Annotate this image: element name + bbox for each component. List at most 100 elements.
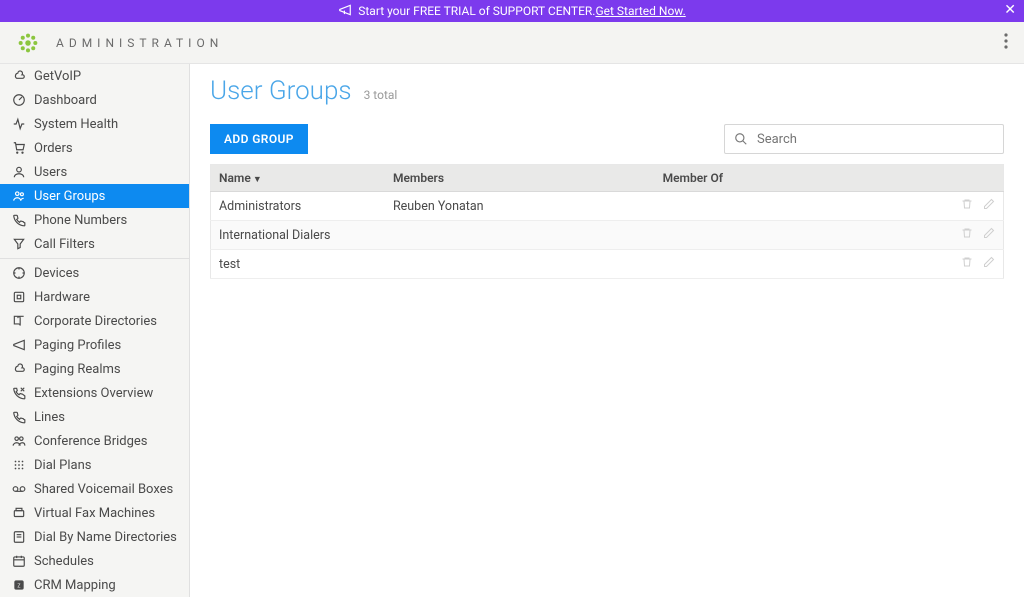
cell-members bbox=[385, 250, 655, 279]
voicemail-icon bbox=[10, 482, 28, 496]
sidebar-nav[interactable]: GetVoIP Dashboard System Health Orders Users… bbox=[0, 64, 190, 597]
cell-name: test bbox=[211, 250, 385, 279]
crm-icon: Z bbox=[10, 578, 28, 592]
fax-icon bbox=[10, 506, 28, 520]
sidebar-item-label: Users bbox=[34, 165, 67, 180]
filter-icon bbox=[10, 237, 28, 251]
sidebar-item-user-groups[interactable]: User Groups bbox=[0, 184, 189, 208]
main-content: User Groups 3 total ADD GROUP Name▼ Memb… bbox=[190, 64, 1024, 597]
app-header: ADMINISTRATION bbox=[0, 22, 1024, 64]
sidebar-item-label: System Health bbox=[34, 117, 118, 132]
sidebar-item-label: Conference Bridges bbox=[34, 434, 148, 449]
sidebar-item-system-health[interactable]: System Health bbox=[0, 112, 189, 136]
table-row[interactable]: test bbox=[211, 250, 1004, 279]
banner-link[interactable]: Get Started Now. bbox=[595, 4, 685, 18]
edit-icon[interactable] bbox=[983, 199, 995, 214]
delete-icon[interactable] bbox=[961, 228, 973, 243]
sidebar-item-label: Dial By Name Directories bbox=[34, 530, 177, 545]
hardware-icon bbox=[10, 290, 28, 304]
directory-icon bbox=[10, 530, 28, 544]
sidebar-item-dashboard[interactable]: Dashboard bbox=[0, 88, 189, 112]
delete-icon[interactable] bbox=[961, 199, 973, 214]
sidebar-item-label: CRM Mapping bbox=[34, 578, 116, 593]
sidebar-item-label: Paging Realms bbox=[34, 362, 121, 377]
sidebar-item-label: Paging Profiles bbox=[34, 338, 121, 353]
svg-text:Z: Z bbox=[17, 583, 20, 589]
page-title: User Groups bbox=[210, 76, 352, 106]
sidebar-item-label: GetVoIP bbox=[34, 69, 81, 84]
search-icon bbox=[734, 131, 748, 150]
sidebar-item-label: Shared Voicemail Boxes bbox=[34, 482, 173, 497]
sidebar-item-label: User Groups bbox=[34, 189, 105, 204]
col-header-memberof[interactable]: Member Of bbox=[655, 165, 909, 192]
phone-ext-icon bbox=[10, 386, 28, 400]
user-icon bbox=[10, 165, 28, 179]
cell-actions bbox=[908, 221, 1003, 250]
sidebar-item-label: Call Filters bbox=[34, 237, 95, 252]
sort-desc-icon: ▼ bbox=[253, 175, 262, 185]
calendar-icon bbox=[10, 554, 28, 568]
phone-icon bbox=[10, 410, 28, 424]
sidebar-item-label: Lines bbox=[34, 410, 65, 425]
sidebar-item-extensions-overview[interactable]: Extensions Overview bbox=[0, 381, 189, 405]
sidebar-item-dial-by-name-directories[interactable]: Dial By Name Directories bbox=[0, 525, 189, 549]
sidebar-item-call-filters[interactable]: Call Filters bbox=[0, 232, 189, 256]
cell-actions bbox=[908, 250, 1003, 279]
book-icon bbox=[10, 314, 28, 328]
app-logo-icon bbox=[16, 31, 40, 55]
sidebar-item-crm-mapping[interactable]: Z CRM Mapping bbox=[0, 573, 189, 597]
sidebar-item-label: Devices bbox=[34, 266, 79, 281]
sidebar-item-virtual-fax-machines[interactable]: Virtual Fax Machines bbox=[0, 501, 189, 525]
close-icon[interactable]: ✕ bbox=[1004, 2, 1016, 18]
cart-icon bbox=[10, 141, 28, 155]
sidebar-item-schedules[interactable]: Schedules bbox=[0, 549, 189, 573]
table-row[interactable]: AdministratorsReuben Yonatan bbox=[211, 192, 1004, 221]
groups-table: Name▼ Members Member Of AdministratorsRe… bbox=[210, 164, 1004, 279]
sidebar-item-conference-bridges[interactable]: Conference Bridges bbox=[0, 429, 189, 453]
sidebar-item-label: Schedules bbox=[34, 554, 94, 569]
cloud-bolt-icon bbox=[10, 69, 28, 83]
sidebar-item-corporate-directories[interactable]: Corporate Directories bbox=[0, 309, 189, 333]
cell-members bbox=[385, 221, 655, 250]
phone-icon bbox=[10, 213, 28, 227]
users-icon bbox=[10, 189, 28, 203]
edit-icon[interactable] bbox=[983, 228, 995, 243]
col-header-name[interactable]: Name▼ bbox=[211, 165, 385, 192]
more-menu-icon[interactable] bbox=[1004, 33, 1008, 53]
sidebar-item-label: Extensions Overview bbox=[34, 386, 153, 401]
sidebar-item-getvoip[interactable]: GetVoIP bbox=[0, 64, 189, 88]
col-header-members[interactable]: Members bbox=[385, 165, 655, 192]
gauge-icon bbox=[10, 93, 28, 107]
sidebar-item-devices[interactable]: Devices bbox=[0, 261, 189, 285]
sidebar-item-label: Corporate Directories bbox=[34, 314, 157, 329]
search-input[interactable] bbox=[724, 124, 1004, 154]
sidebar-item-hardware[interactable]: Hardware bbox=[0, 285, 189, 309]
cell-name: Administrators bbox=[211, 192, 385, 221]
device-icon bbox=[10, 266, 28, 280]
sidebar-item-orders[interactable]: Orders bbox=[0, 136, 189, 160]
sidebar-item-shared-voicemail-boxes[interactable]: Shared Voicemail Boxes bbox=[0, 477, 189, 501]
sidebar-item-dial-plans[interactable]: Dial Plans bbox=[0, 453, 189, 477]
sidebar-item-lines[interactable]: Lines bbox=[0, 405, 189, 429]
edit-icon[interactable] bbox=[983, 257, 995, 272]
page-count-label: 3 total bbox=[364, 88, 398, 102]
cell-memberof bbox=[655, 250, 909, 279]
sidebar-item-paging-realms[interactable]: Paging Realms bbox=[0, 357, 189, 381]
delete-icon[interactable] bbox=[961, 257, 973, 272]
sidebar-item-paging-profiles[interactable]: Paging Profiles bbox=[0, 333, 189, 357]
promo-banner: Start your FREE TRIAL of SUPPORT CENTER.… bbox=[0, 0, 1024, 22]
megaphone-icon bbox=[10, 338, 28, 352]
cell-name: International Dialers bbox=[211, 221, 385, 250]
sidebar-item-label: Phone Numbers bbox=[34, 213, 127, 228]
sidebar-item-phone-numbers[interactable]: Phone Numbers bbox=[0, 208, 189, 232]
add-group-button[interactable]: ADD GROUP bbox=[210, 124, 308, 154]
cell-members: Reuben Yonatan bbox=[385, 192, 655, 221]
cell-memberof bbox=[655, 221, 909, 250]
table-row[interactable]: International Dialers bbox=[211, 221, 1004, 250]
sidebar-item-users[interactable]: Users bbox=[0, 160, 189, 184]
sidebar-item-label: Orders bbox=[34, 141, 73, 156]
sidebar-item-label: Hardware bbox=[34, 290, 90, 305]
group-icon bbox=[10, 434, 28, 448]
banner-text: Start your FREE TRIAL of SUPPORT CENTER. bbox=[358, 4, 595, 18]
cell-actions bbox=[908, 192, 1003, 221]
